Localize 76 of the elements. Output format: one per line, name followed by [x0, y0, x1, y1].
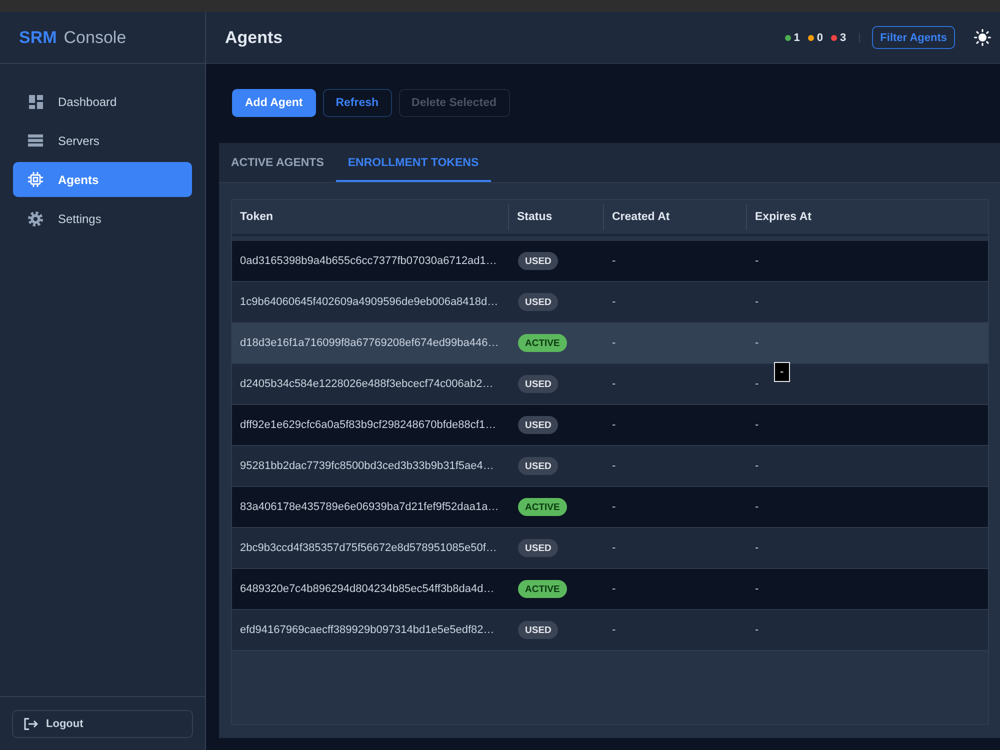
token-text: 0ad3165398b9a4b655c6cc7377fb07030a6712ad1… — [240, 255, 497, 267]
column-header[interactable]: Expires At — [755, 211, 812, 223]
token-text: 2bc9b3ccd4f385357d75f56672e8d578951085e50f… — [240, 542, 497, 554]
tooltip: - — [774, 362, 790, 382]
created-at-value: - — [612, 542, 616, 554]
tab[interactable]: ACTIVE AGENTS — [219, 143, 336, 182]
expires-at-value: - — [755, 460, 759, 472]
expires-at-value: - — [755, 337, 759, 349]
logout-icon — [24, 718, 38, 730]
created-at-value: - — [612, 296, 616, 308]
status-badge: USED — [518, 621, 558, 639]
token-text: d2405b34c584e1228026e488f3ebcecf74c006ab2… — [240, 378, 494, 390]
status-badge: USED — [518, 416, 558, 434]
table-row[interactable]: 6489320e7c4b896294d804234b85ec54ff3b8da4d… ACTIVE - - — [232, 569, 988, 610]
status-badge: ACTIVE — [518, 580, 567, 598]
table-row[interactable]: 2bc9b3ccd4f385357d75f56672e8d578951085e50f… USED - - — [232, 528, 988, 569]
status-badge: USED — [518, 539, 558, 557]
created-at-value: - — [612, 419, 616, 431]
page-title: Agents — [225, 28, 284, 48]
sun-icon — [974, 29, 991, 46]
status-badge: ACTIVE — [518, 498, 567, 516]
grid-icon — [28, 94, 42, 108]
brand-name: SRM — [19, 28, 57, 48]
created-at-value: - — [612, 501, 616, 513]
sidebar-nav-item[interactable]: Settings — [13, 201, 192, 236]
filter-button[interactable]: Filter Agents — [872, 26, 955, 49]
status-badge: USED — [518, 375, 558, 393]
status-count: 0 — [816, 32, 824, 44]
token-text: 95281bb2dac7739fc8500bd3ced3b33b9b31f5ae4… — [240, 460, 494, 472]
expires-at-value: - — [755, 624, 759, 636]
table-row[interactable]: dff92e1e629cfc6a0a5f83b9cf298248670bfde88cf1… USED - - — [232, 405, 988, 446]
column-header[interactable]: Token — [240, 211, 274, 223]
status-badge: USED — [518, 252, 558, 270]
status-badge: USED — [518, 457, 558, 475]
table-row[interactable]: 1c9b64060645f402609a4909596de9eb006a8418d… USED - - — [232, 282, 988, 323]
theme-toggle-button[interactable] — [974, 29, 991, 46]
table-row[interactable]: 83a406178e435789e6e06939ba7d21fef9f52daa1a… ACTIVE - - — [232, 487, 988, 528]
status-badge: USED — [518, 293, 558, 311]
table-row[interactable]: 0ad3165398b9a4b655c6cc7377fb07030a6712ad1… USED - - — [232, 241, 988, 282]
token-text: 83a406178e435789e6e06939ba7d21fef9f52daa1a… — [240, 501, 499, 513]
expires-at-value: - — [755, 255, 759, 267]
logout-button[interactable]: Logout — [12, 710, 193, 738]
expires-at-value: - — [755, 583, 759, 595]
table-row[interactable]: d18d3e16f1a716099f8a67769208ef674ed99ba446… ACTIVE - - — [232, 323, 988, 364]
server-stack-icon — [28, 134, 43, 147]
created-at-value: - — [612, 583, 616, 595]
created-at-value: - — [612, 624, 616, 636]
expires-at-value: - — [755, 501, 759, 513]
created-at-value: - — [612, 460, 616, 472]
token-text: 6489320e7c4b896294d804234b85ec54ff3b8da4d… — [240, 583, 494, 595]
column-header[interactable]: Status — [517, 211, 552, 223]
expires-at-value: - — [755, 296, 759, 308]
sidebar-nav-item[interactable]: Dashboard — [13, 84, 192, 119]
expires-at-value: - — [755, 378, 759, 390]
status-count: 1 — [794, 32, 800, 44]
token-text: dff92e1e629cfc6a0a5f83b9cf298248670bfde88cf1… — [240, 419, 496, 431]
table-row[interactable]: 95281bb2dac7739fc8500bd3ced3b33b9b31f5ae4… USED - - — [232, 446, 988, 487]
expires-at-value: - — [755, 542, 759, 554]
sidebar-nav-item[interactable]: Servers — [13, 123, 192, 158]
created-at-value: - — [612, 337, 616, 349]
action-button[interactable]: Refresh — [322, 89, 392, 117]
token-text: d18d3e16f1a716099f8a67769208ef674ed99ba446… — [240, 337, 499, 349]
status-badge: ACTIVE — [518, 334, 567, 352]
brand-subtitle: Console — [64, 28, 126, 48]
gear-icon — [28, 210, 43, 226]
token-text: 1c9b64060645f402609a4909596de9eb006a8418d… — [240, 296, 498, 308]
sidebar-nav-item[interactable]: Agents — [13, 162, 192, 197]
expires-at-value: - — [755, 419, 759, 431]
table-row[interactable]: efd94167969caecff389929b097314bd1e5e5edf82… USED - - — [232, 610, 988, 651]
action-button[interactable]: Add Agent — [232, 89, 316, 117]
chip-icon — [28, 172, 43, 187]
created-at-value: - — [612, 378, 616, 390]
status-count: 3 — [840, 32, 846, 44]
created-at-value: - — [612, 255, 616, 267]
token-text: efd94167969caecff389929b097314bd1e5e5edf82… — [240, 624, 494, 636]
column-header[interactable]: Created At — [612, 211, 670, 223]
